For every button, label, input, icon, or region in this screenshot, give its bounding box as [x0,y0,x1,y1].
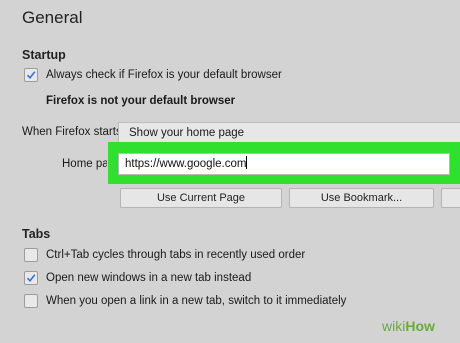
wikihow-watermark: wikiHow [382,318,435,334]
restore-default-button[interactable] [441,188,460,208]
use-bookmark-button[interactable]: Use Bookmark... [289,188,434,208]
text-caret [246,156,248,169]
tabs-option-label-3: When you open a link in a new tab, switc… [46,295,347,307]
checkmark-icon [26,274,36,283]
startup-heading: Startup [22,48,66,62]
page-title: General [22,8,83,27]
default-browser-checkbox-label: Always check if Firefox is your default … [46,69,282,81]
checkmark-icon [26,71,36,80]
tabs-option-checkbox-2[interactable] [24,271,38,285]
home-page-label: Home page [62,158,107,170]
home-page-input-value: https://www.google.com [125,158,247,170]
tabs-option-checkbox-1[interactable] [24,248,38,262]
home-page-input[interactable]: https://www.google.com [118,153,450,175]
when-starts-select[interactable]: Show your home page [118,122,460,144]
default-browser-status: Firefox is not your default browser [46,95,236,107]
tabs-option-label-2: Open new windows in a new tab instead [46,272,252,284]
when-starts-select-value: Show your home page [129,127,245,139]
when-starts-label: When Firefox starts [22,126,122,138]
default-browser-checkbox[interactable] [24,68,38,82]
tabs-option-checkbox-3[interactable] [24,294,38,308]
tabs-heading: Tabs [22,227,51,241]
use-current-page-button[interactable]: Use Current Page [120,188,282,208]
tabs-option-label-1: Ctrl+Tab cycles through tabs in recently… [46,249,306,261]
